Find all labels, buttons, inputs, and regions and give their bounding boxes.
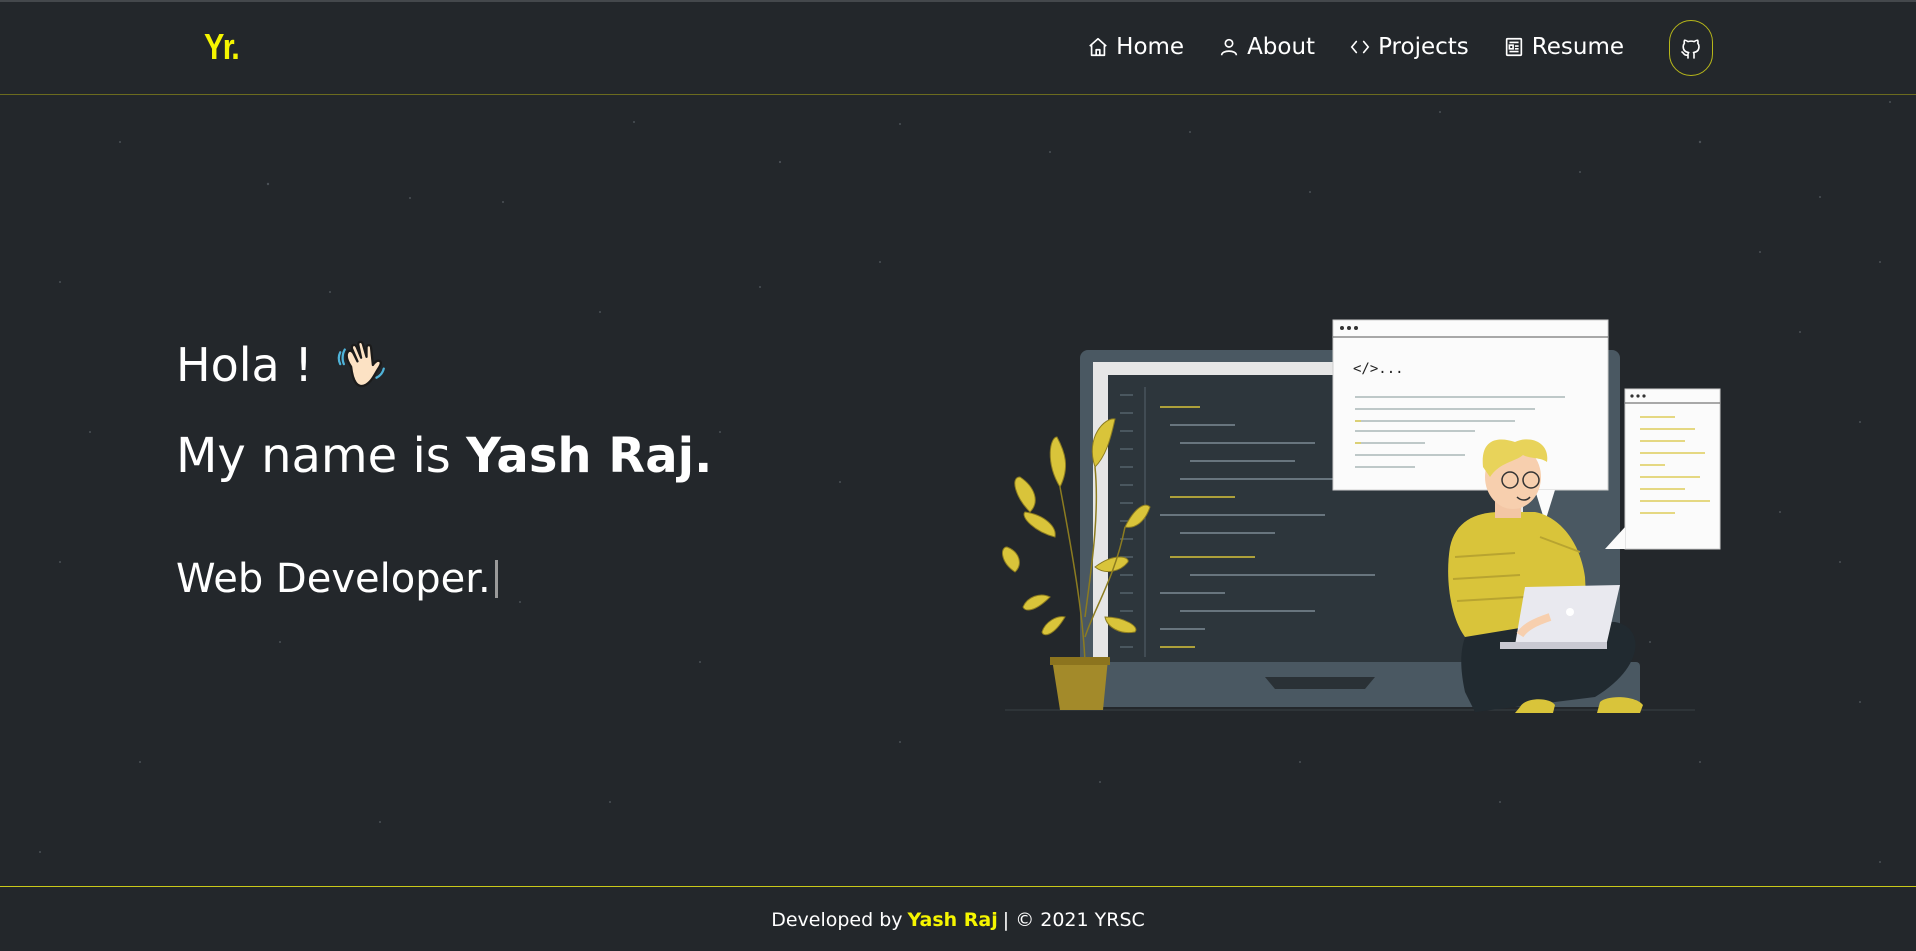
code-icon [1350,40,1370,54]
nav-item-projects-label: Projects [1378,34,1469,60]
nav-item-resume-label: Resume [1531,34,1624,60]
logo[interactable]: Yr. [204,26,240,68]
hero-name: Yash Raj. [466,428,713,484]
greeting-text: Hola ! [176,338,313,392]
hero-name-line: My name is Yash Raj. [176,428,712,484]
name-prefix: My name is [176,428,451,484]
nav-item-resume[interactable]: Resume [1503,34,1624,60]
navbar: Yr. Home About Projects Resume [0,2,1916,95]
nav-item-projects[interactable]: Projects [1349,34,1469,60]
user-icon [1220,38,1238,56]
footer-prefix: Developed by [771,909,903,931]
footer-author-link[interactable]: Yash Raj [908,909,998,931]
footer-copyright: | © 2021 YRSC [1002,909,1145,931]
typing-cursor [494,560,498,598]
developer-with-laptop-illustration: </>... [1002,319,1721,713]
nav-item-home-label: Home [1116,34,1185,60]
document-icon [1505,37,1522,57]
nav-links: Home About Projects Resume [1087,34,1624,60]
home-icon [1089,37,1107,57]
nav-item-about[interactable]: About [1218,34,1315,60]
waving-hand-icon [337,340,385,388]
footer: Developed by Yash Raj | © 2021 YRSC [0,886,1916,951]
nav-item-about-label: About [1247,34,1316,60]
role-text: Web Developer. [176,556,491,602]
github-icon [1681,39,1700,59]
code-window-text: </>... [1353,361,1404,377]
github-button[interactable] [1669,20,1713,76]
page: Yr. Home About Projects Resume Hola ! My… [0,0,1916,951]
hero-greeting: Hola ! [176,336,391,394]
nav-item-home[interactable]: Home [1087,34,1184,60]
hero-role: Web Developer. [176,556,498,602]
